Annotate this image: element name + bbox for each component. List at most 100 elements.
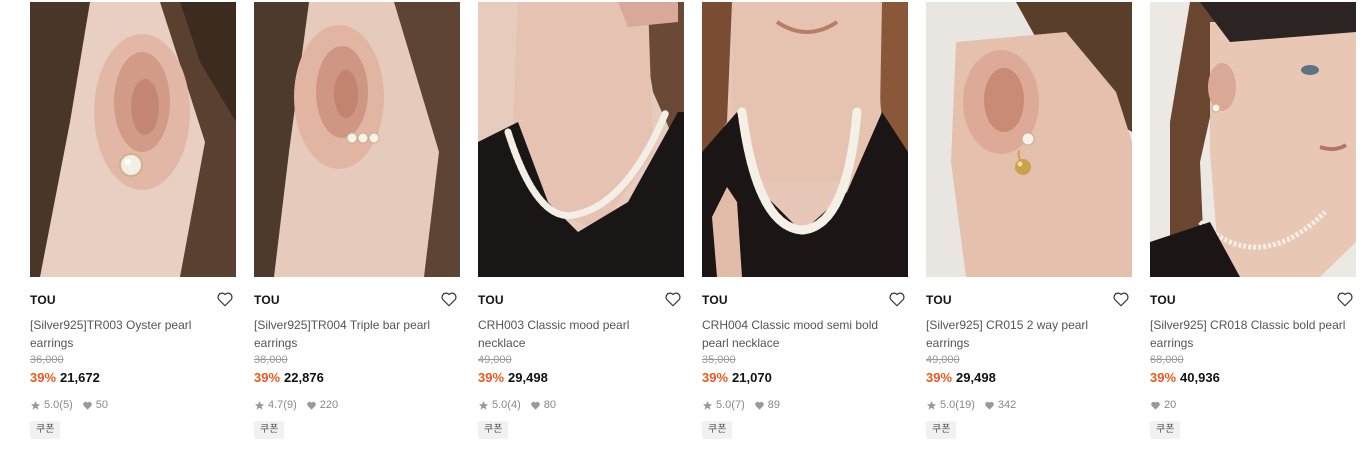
discount-rate: 39% (478, 370, 505, 385)
heart-filled-icon (1150, 400, 1161, 411)
heart-icon[interactable] (664, 290, 682, 308)
review-count: (4) (507, 399, 521, 411)
heart-filled-icon (754, 400, 765, 411)
review-count: (19) (955, 399, 975, 411)
brand-name[interactable]: TOU (702, 293, 728, 307)
product-meta: 5.0 (5) 50 (30, 397, 236, 413)
product-card[interactable]: TOU [Silver925]TR003 Oyster pearl earrin… (30, 2, 236, 452)
original-price: 38,000 (254, 354, 288, 366)
product-meta: 5.0 (7) 89 (702, 397, 908, 413)
product-name[interactable]: [Silver925]TR004 Triple bar pearl earrin… (254, 316, 454, 352)
ear-pearl-photo (30, 2, 236, 277)
star-icon (30, 400, 41, 411)
heart-filled-icon (984, 400, 995, 411)
rating: 4.7 (268, 399, 284, 411)
product-name[interactable]: [Silver925] CR018 Classic bold pearl ear… (1150, 316, 1350, 352)
review-count: (5) (59, 399, 73, 411)
like-count: 342 (997, 399, 1017, 411)
price-row: 39% 21,672 (30, 370, 236, 388)
heart-filled-icon (306, 400, 317, 411)
discount-rate: 39% (30, 370, 57, 385)
product-meta: 20 (1150, 397, 1356, 413)
brand-name[interactable]: TOU (926, 293, 952, 307)
product-name[interactable]: [Silver925]TR003 Oyster pearl earrings (30, 316, 230, 352)
coupon-badge: 쿠폰 (254, 421, 285, 439)
product-image[interactable] (702, 2, 908, 277)
heart-filled-icon (82, 400, 93, 411)
heart-icon[interactable] (216, 290, 234, 308)
sale-price: 22,876 (284, 370, 324, 385)
brand-name[interactable]: TOU (1150, 293, 1176, 307)
brand-name[interactable]: TOU (254, 293, 280, 307)
product-image[interactable] (254, 2, 460, 277)
sale-price: 40,936 (1180, 370, 1220, 385)
star-icon (926, 400, 937, 411)
star-icon (702, 400, 713, 411)
original-price: 68,000 (1150, 354, 1184, 366)
sale-price: 21,070 (732, 370, 772, 385)
product-card[interactable]: TOU [Silver925]TR004 Triple bar pearl ea… (254, 2, 460, 452)
coupon-badge: 쿠폰 (926, 421, 957, 439)
coupon-badge: 쿠폰 (30, 421, 61, 439)
product-card[interactable]: TOU CRH003 Classic mood pearl necklace 4… (478, 2, 684, 452)
product-image[interactable] (30, 2, 236, 277)
price-row: 39% 22,876 (254, 370, 460, 388)
star-icon (254, 400, 265, 411)
brand-name[interactable]: TOU (478, 293, 504, 307)
heart-icon[interactable] (888, 290, 906, 308)
product-meta: 4.7 (9) 220 (254, 397, 460, 413)
original-price: 36,000 (30, 354, 64, 366)
rating: 5.0 (492, 399, 508, 411)
discount-rate: 39% (702, 370, 729, 385)
like-count: 80 (543, 399, 556, 411)
rating: 5.0 (44, 399, 60, 411)
original-price: 49,000 (926, 354, 960, 366)
like-count: 89 (767, 399, 780, 411)
product-name[interactable]: CRH004 Classic mood semi bold pearl neck… (702, 316, 902, 352)
original-price: 49,000 (478, 354, 512, 366)
product-meta: 5.0 (19) 342 (926, 397, 1132, 413)
like-count: 20 (1164, 399, 1177, 411)
product-card[interactable]: TOU [Silver925] CR015 2 way pearl earrin… (926, 2, 1132, 452)
semi-bold-pearl-necklace-photo (702, 2, 908, 277)
coupon-badge: 쿠폰 (1150, 421, 1181, 439)
product-name[interactable]: [Silver925] CR015 2 way pearl earrings (926, 316, 1126, 352)
price-row: 39% 29,498 (926, 370, 1132, 388)
model-profile-pearl-photo (1150, 2, 1356, 277)
heart-icon[interactable] (440, 290, 458, 308)
ear-triple-pearl-photo (254, 2, 460, 277)
heart-filled-icon (530, 400, 541, 411)
pearl-necklace-photo (478, 2, 684, 277)
original-price: 35,000 (702, 354, 736, 366)
product-image[interactable] (1150, 2, 1356, 277)
coupon-badge: 쿠폰 (702, 421, 733, 439)
price-row: 39% 29,498 (478, 370, 684, 388)
product-image[interactable] (926, 2, 1132, 277)
sale-price: 21,672 (60, 370, 100, 385)
product-image[interactable] (478, 2, 684, 277)
rating: 5.0 (716, 399, 732, 411)
product-card[interactable]: TOU [Silver925] CR018 Classic bold pearl… (1150, 2, 1356, 452)
price-row: 39% 40,936 (1150, 370, 1356, 388)
like-count: 220 (319, 399, 339, 411)
product-grid: TOU [Silver925]TR003 Oyster pearl earrin… (0, 0, 1371, 458)
ear-2-way-pearl-photo (926, 2, 1132, 277)
star-icon (478, 400, 489, 411)
sale-price: 29,498 (956, 370, 996, 385)
heart-icon[interactable] (1112, 290, 1130, 308)
product-name[interactable]: CRH003 Classic mood pearl necklace (478, 316, 678, 352)
review-count: (9) (283, 399, 297, 411)
discount-rate: 39% (254, 370, 281, 385)
rating: 5.0 (940, 399, 956, 411)
discount-rate: 39% (1150, 370, 1177, 385)
price-row: 39% 21,070 (702, 370, 908, 388)
product-card[interactable]: TOU CRH004 Classic mood semi bold pearl … (702, 2, 908, 452)
discount-rate: 39% (926, 370, 953, 385)
brand-name[interactable]: TOU (30, 293, 56, 307)
sale-price: 29,498 (508, 370, 548, 385)
like-count: 50 (95, 399, 108, 411)
product-meta: 5.0 (4) 80 (478, 397, 684, 413)
review-count: (7) (731, 399, 745, 411)
coupon-badge: 쿠폰 (478, 421, 509, 439)
heart-icon[interactable] (1336, 290, 1354, 308)
